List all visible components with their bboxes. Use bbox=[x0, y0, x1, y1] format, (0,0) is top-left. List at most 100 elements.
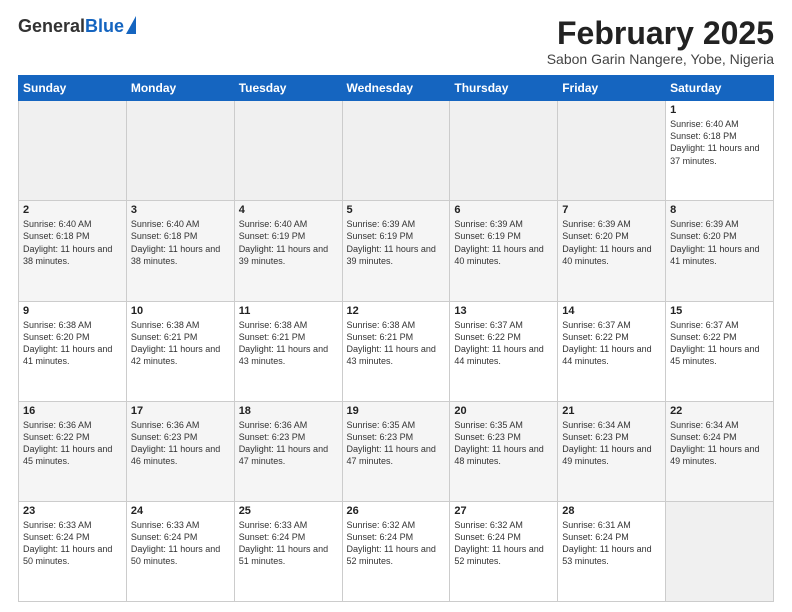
calendar-cell: 26 Sunrise: 6:32 AMSunset: 6:24 PMDayligh… bbox=[342, 501, 450, 601]
calendar-cell: 7 Sunrise: 6:39 AMSunset: 6:20 PMDaylight… bbox=[558, 201, 666, 301]
logo-blue: Blue bbox=[85, 16, 124, 37]
day-number: 27 bbox=[454, 505, 553, 517]
cell-info: Sunrise: 6:39 AMSunset: 6:20 PMDaylight:… bbox=[562, 218, 661, 267]
cell-info: Sunrise: 6:38 AMSunset: 6:21 PMDaylight:… bbox=[239, 319, 338, 368]
cell-info: Sunrise: 6:35 AMSunset: 6:23 PMDaylight:… bbox=[454, 419, 553, 468]
cell-info: Sunrise: 6:40 AMSunset: 6:18 PMDaylight:… bbox=[23, 218, 122, 267]
day-number: 1 bbox=[670, 104, 769, 116]
calendar-cell: 5 Sunrise: 6:39 AMSunset: 6:19 PMDaylight… bbox=[342, 201, 450, 301]
day-number: 2 bbox=[23, 204, 122, 216]
day-number: 4 bbox=[239, 204, 338, 216]
week-row-1: 1 Sunrise: 6:40 AMSunset: 6:18 PMDaylight… bbox=[19, 101, 774, 201]
calendar-cell bbox=[450, 101, 558, 201]
day-number: 28 bbox=[562, 505, 661, 517]
calendar-cell: 25 Sunrise: 6:33 AMSunset: 6:24 PMDayligh… bbox=[234, 501, 342, 601]
cell-info: Sunrise: 6:39 AMSunset: 6:19 PMDaylight:… bbox=[454, 218, 553, 267]
calendar-cell: 13 Sunrise: 6:37 AMSunset: 6:22 PMDayligh… bbox=[450, 301, 558, 401]
col-header-saturday: Saturday bbox=[666, 76, 774, 101]
calendar-body: 1 Sunrise: 6:40 AMSunset: 6:18 PMDaylight… bbox=[19, 101, 774, 602]
cell-info: Sunrise: 6:34 AMSunset: 6:23 PMDaylight:… bbox=[562, 419, 661, 468]
calendar-cell: 12 Sunrise: 6:38 AMSunset: 6:21 PMDayligh… bbox=[342, 301, 450, 401]
col-header-wednesday: Wednesday bbox=[342, 76, 450, 101]
cell-info: Sunrise: 6:36 AMSunset: 6:23 PMDaylight:… bbox=[239, 419, 338, 468]
day-number: 9 bbox=[23, 305, 122, 317]
day-number: 26 bbox=[347, 505, 446, 517]
calendar-cell: 1 Sunrise: 6:40 AMSunset: 6:18 PMDaylight… bbox=[666, 101, 774, 201]
col-header-monday: Monday bbox=[126, 76, 234, 101]
calendar-cell bbox=[558, 101, 666, 201]
cell-info: Sunrise: 6:39 AMSunset: 6:19 PMDaylight:… bbox=[347, 218, 446, 267]
cell-info: Sunrise: 6:33 AMSunset: 6:24 PMDaylight:… bbox=[131, 519, 230, 568]
cell-info: Sunrise: 6:32 AMSunset: 6:24 PMDaylight:… bbox=[347, 519, 446, 568]
week-row-3: 9 Sunrise: 6:38 AMSunset: 6:20 PMDaylight… bbox=[19, 301, 774, 401]
day-number: 25 bbox=[239, 505, 338, 517]
calendar-cell: 6 Sunrise: 6:39 AMSunset: 6:19 PMDaylight… bbox=[450, 201, 558, 301]
logo-general: General bbox=[18, 16, 85, 37]
day-number: 7 bbox=[562, 204, 661, 216]
col-header-thursday: Thursday bbox=[450, 76, 558, 101]
cell-info: Sunrise: 6:38 AMSunset: 6:21 PMDaylight:… bbox=[131, 319, 230, 368]
logo-triangle-icon bbox=[126, 16, 136, 34]
day-number: 23 bbox=[23, 505, 122, 517]
calendar-cell: 9 Sunrise: 6:38 AMSunset: 6:20 PMDaylight… bbox=[19, 301, 127, 401]
day-number: 3 bbox=[131, 204, 230, 216]
calendar-cell bbox=[126, 101, 234, 201]
calendar-cell: 14 Sunrise: 6:37 AMSunset: 6:22 PMDayligh… bbox=[558, 301, 666, 401]
month-title: February 2025 bbox=[547, 16, 774, 51]
day-number: 15 bbox=[670, 305, 769, 317]
header-right: February 2025 Sabon Garin Nangere, Yobe,… bbox=[547, 16, 774, 67]
calendar-cell: 11 Sunrise: 6:38 AMSunset: 6:21 PMDayligh… bbox=[234, 301, 342, 401]
calendar-cell: 27 Sunrise: 6:32 AMSunset: 6:24 PMDayligh… bbox=[450, 501, 558, 601]
calendar-table: SundayMondayTuesdayWednesdayThursdayFrid… bbox=[18, 75, 774, 602]
day-number: 11 bbox=[239, 305, 338, 317]
cell-info: Sunrise: 6:33 AMSunset: 6:24 PMDaylight:… bbox=[239, 519, 338, 568]
day-number: 21 bbox=[562, 405, 661, 417]
day-number: 16 bbox=[23, 405, 122, 417]
location: Sabon Garin Nangere, Yobe, Nigeria bbox=[547, 51, 774, 67]
cell-info: Sunrise: 6:36 AMSunset: 6:22 PMDaylight:… bbox=[23, 419, 122, 468]
day-number: 14 bbox=[562, 305, 661, 317]
calendar-cell: 22Sunrise: 6:34 AMSunset: 6:24 PMDayligh… bbox=[666, 401, 774, 501]
cell-info: Sunrise: 6:37 AMSunset: 6:22 PMDaylight:… bbox=[454, 319, 553, 368]
cell-info: Sunrise: 6:37 AMSunset: 6:22 PMDaylight:… bbox=[562, 319, 661, 368]
day-number: 22 bbox=[670, 405, 769, 417]
calendar-cell: 16 Sunrise: 6:36 AMSunset: 6:22 PMDayligh… bbox=[19, 401, 127, 501]
day-number: 13 bbox=[454, 305, 553, 317]
day-number: 12 bbox=[347, 305, 446, 317]
cell-info: Sunrise: 6:38 AMSunset: 6:20 PMDaylight:… bbox=[23, 319, 122, 368]
cell-info: Sunrise: 6:40 AMSunset: 6:18 PMDaylight:… bbox=[131, 218, 230, 267]
cell-info: Sunrise: 6:38 AMSunset: 6:21 PMDaylight:… bbox=[347, 319, 446, 368]
calendar-cell bbox=[234, 101, 342, 201]
calendar-cell: 18 Sunrise: 6:36 AMSunset: 6:23 PMDayligh… bbox=[234, 401, 342, 501]
cell-info: Sunrise: 6:37 AMSunset: 6:22 PMDaylight:… bbox=[670, 319, 769, 368]
day-number: 8 bbox=[670, 204, 769, 216]
col-header-sunday: Sunday bbox=[19, 76, 127, 101]
cell-info: Sunrise: 6:40 AMSunset: 6:18 PMDaylight:… bbox=[670, 118, 769, 167]
week-row-2: 2 Sunrise: 6:40 AMSunset: 6:18 PMDaylight… bbox=[19, 201, 774, 301]
page: General Blue February 2025 Sabon Garin N… bbox=[0, 0, 792, 612]
calendar-cell: 4Sunrise: 6:40 AMSunset: 6:19 PMDaylight… bbox=[234, 201, 342, 301]
calendar-cell bbox=[342, 101, 450, 201]
calendar-cell: 20 Sunrise: 6:35 AMSunset: 6:23 PMDayligh… bbox=[450, 401, 558, 501]
day-number: 20 bbox=[454, 405, 553, 417]
calendar-cell: 15 Sunrise: 6:37 AMSunset: 6:22 PMDayligh… bbox=[666, 301, 774, 401]
cell-info: Sunrise: 6:35 AMSunset: 6:23 PMDaylight:… bbox=[347, 419, 446, 468]
day-number: 17 bbox=[131, 405, 230, 417]
calendar-cell: 28Sunrise: 6:31 AMSunset: 6:24 PMDayligh… bbox=[558, 501, 666, 601]
cell-info: Sunrise: 6:39 AMSunset: 6:20 PMDaylight:… bbox=[670, 218, 769, 267]
calendar-cell bbox=[19, 101, 127, 201]
calendar-cell: 2 Sunrise: 6:40 AMSunset: 6:18 PMDaylight… bbox=[19, 201, 127, 301]
cell-info: Sunrise: 6:32 AMSunset: 6:24 PMDaylight:… bbox=[454, 519, 553, 568]
week-row-5: 23 Sunrise: 6:33 AMSunset: 6:24 PMDayligh… bbox=[19, 501, 774, 601]
calendar-cell: 21 Sunrise: 6:34 AMSunset: 6:23 PMDayligh… bbox=[558, 401, 666, 501]
day-number: 5 bbox=[347, 204, 446, 216]
day-number: 6 bbox=[454, 204, 553, 216]
day-number: 18 bbox=[239, 405, 338, 417]
calendar-cell: 23Sunrise: 6:33 AMSunset: 6:24 PMDayligh… bbox=[19, 501, 127, 601]
day-number: 19 bbox=[347, 405, 446, 417]
week-row-4: 16 Sunrise: 6:36 AMSunset: 6:22 PMDayligh… bbox=[19, 401, 774, 501]
col-header-tuesday: Tuesday bbox=[234, 76, 342, 101]
calendar-cell: 8 Sunrise: 6:39 AMSunset: 6:20 PMDaylight… bbox=[666, 201, 774, 301]
calendar-header-row: SundayMondayTuesdayWednesdayThursdayFrid… bbox=[19, 76, 774, 101]
cell-info: Sunrise: 6:36 AMSunset: 6:23 PMDaylight:… bbox=[131, 419, 230, 468]
